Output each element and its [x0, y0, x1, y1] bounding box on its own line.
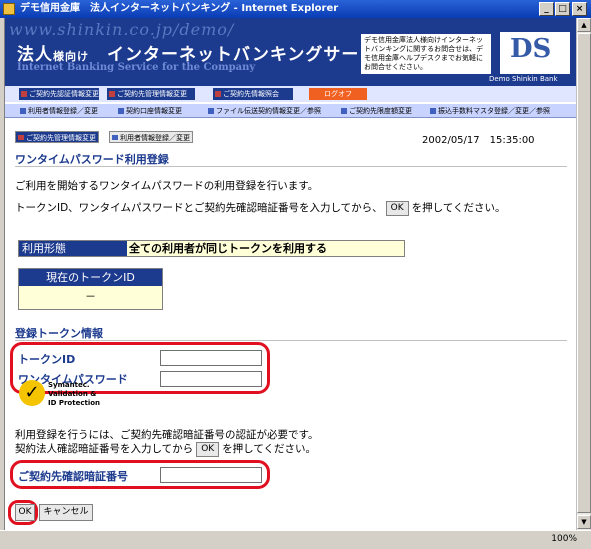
otp-input[interactable]	[160, 371, 262, 387]
registration-section-title: 登録トークン情報	[15, 327, 103, 340]
current-datetime: 2002/05/17 15:35:00	[422, 135, 535, 146]
subtab-admin-change[interactable]: ご契約先管理情報変更	[15, 131, 99, 143]
menu-limit-change[interactable]: ご契約先限度額変更	[340, 105, 412, 117]
intro-text-after: を押してください。	[411, 202, 506, 214]
site-banner: www.shinkin.co.jp/demo/ 法人様向け インターネットバンキ…	[5, 18, 576, 86]
logoff-button[interactable]: ログオフ	[309, 88, 367, 100]
symantec-line-3: ID Protection	[48, 399, 101, 407]
usage-type-value: 全ての利用者が同じトークンを利用する	[129, 242, 327, 255]
intro-text-before: トークンID、ワンタイムパスワードとご契約先確認暗証番号を入力してから、	[15, 202, 383, 214]
window-title: デモ信用金庫 法人インターネットバンキング - Internet Explore…	[20, 3, 339, 14]
intro-line-2: トークンID、ワンタイムパスワードとご契約先確認暗証番号を入力してから、 OK を押…	[15, 200, 506, 216]
scroll-down-button[interactable]: ▼	[577, 515, 591, 529]
scroll-up-button[interactable]: ▲	[577, 18, 591, 32]
auth-note-after: を押してください。	[222, 443, 317, 455]
auth-note-line-2: 契約法人確認暗証番号を入力してから OK を押してください。	[15, 441, 316, 457]
menu-auth-change[interactable]: ご契約先認証情報変更	[19, 88, 99, 100]
zoom-level[interactable]: 100%	[551, 534, 577, 544]
scroll-thumb[interactable]	[577, 33, 591, 513]
maximize-button[interactable]: □	[555, 2, 570, 16]
usage-type-row: 利用形態 全ての利用者が同じトークンを利用する	[18, 240, 405, 257]
menu-account-change[interactable]: 契約口座情報変更	[117, 105, 182, 117]
primary-menu: ご契約先認証情報変更 ご契約先管理情報変更 ご契約先情報照会 ログオフ	[5, 86, 576, 102]
checkmark-icon: ✓	[19, 380, 45, 406]
symantec-line-2: Validation &	[48, 390, 97, 398]
logo-caption: Demo Shinkin Bank	[489, 75, 558, 83]
subtab-user-registration[interactable]: 利用者情報登録／変更	[109, 131, 193, 143]
ok-inline-sample-2: OK	[196, 441, 220, 457]
token-id-input[interactable]	[160, 350, 262, 366]
ie-icon	[3, 3, 15, 15]
page-title: ワンタイムパスワード利用登録	[15, 153, 169, 166]
banner-url-watermark: www.shinkin.co.jp/demo/	[9, 20, 235, 39]
cancel-button[interactable]: キャンセル	[39, 504, 93, 521]
symantec-text: Symantec. Validation & ID Protection	[48, 381, 100, 408]
menu-user-registration[interactable]: 利用者情報登録／変更	[19, 105, 98, 117]
bank-logo: DS	[500, 32, 570, 74]
pin-input[interactable]	[160, 467, 262, 483]
menu-fee-master[interactable]: 振込手数料マスタ登録／変更／参照	[429, 105, 550, 117]
pin-label: ご契約先確認暗証番号	[18, 470, 128, 483]
auth-note-line-1: 利用登録を行うには、ご契約先確認暗証番号の認証が必要です。	[15, 429, 319, 441]
helpdesk-notice: デモ信用金庫法人様向けインターネットバンキングに関するお問合せは、デモ信用金庫ヘ…	[361, 34, 491, 74]
logo-mark: DS	[510, 34, 552, 64]
title-divider	[15, 166, 567, 167]
symantec-vip-logo: ✓ Symantec. Validation & ID Protection	[19, 377, 115, 423]
banner-subtitle: Internet Banking Service for the Company	[17, 62, 256, 73]
symantec-line-1: Symantec.	[48, 381, 90, 389]
ok-button[interactable]: OK	[15, 504, 35, 521]
token-id-label: トークンID	[18, 353, 76, 366]
status-bar: 100%	[0, 530, 591, 549]
menu-info-inquiry[interactable]: ご契約先情報照会	[213, 88, 293, 100]
section-divider	[15, 340, 567, 341]
window-titlebar: デモ信用金庫 法人インターネットバンキング - Internet Explore…	[0, 0, 591, 18]
vertical-scrollbar[interactable]: ▲ ▼	[576, 18, 591, 530]
current-token-header: 現在のトークンID	[19, 269, 162, 286]
page-viewport: www.shinkin.co.jp/demo/ 法人様向け インターネットバンキ…	[4, 18, 576, 530]
minimize-button[interactable]: _	[539, 2, 554, 16]
auth-note-before: 契約法人確認暗証番号を入力してから	[15, 443, 194, 455]
menu-admin-change[interactable]: ご契約先管理情報変更	[107, 88, 195, 100]
close-button[interactable]: ×	[572, 2, 587, 16]
usage-type-label: 利用形態	[19, 241, 127, 256]
secondary-menu: 利用者情報登録／変更 契約口座情報変更 ファイル伝送契約情報変更／参照 ご契約先…	[5, 104, 576, 118]
ok-inline-sample: OK	[385, 200, 409, 216]
current-token-box: 現在のトークンID －	[18, 268, 163, 310]
menu-file-transfer[interactable]: ファイル伝送契約情報変更／参照	[207, 105, 321, 117]
current-token-value: －	[85, 290, 96, 303]
intro-line-1: ご利用を開始するワンタイムパスワードの利用登録を行います。	[15, 180, 319, 192]
